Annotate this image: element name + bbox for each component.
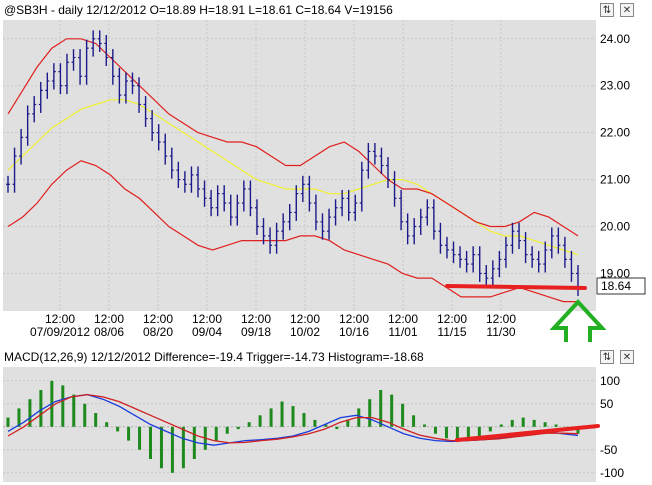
- macd-histogram-bar: [236, 426, 240, 430]
- macd-histogram-bar: [159, 426, 163, 469]
- macd-histogram-bar: [6, 417, 10, 427]
- price-panel-title: @SB3H - daily 12/12/2012 O=18.89 H=18.91…: [4, 3, 393, 17]
- price-x-tick-date: 11/30: [486, 325, 515, 339]
- macd-histogram-bar: [390, 394, 394, 427]
- price-y-tick-label: 24.00: [600, 32, 630, 46]
- price-x-tick-date: 08/06: [94, 325, 124, 339]
- macd-histogram-bar: [543, 422, 547, 427]
- price-x-tick-time: 12:00: [241, 312, 271, 326]
- close-icon: ✕: [622, 352, 632, 363]
- macd-histogram-bar: [291, 406, 295, 427]
- price-x-tick-time: 12:00: [388, 312, 418, 326]
- restore-icon: ⇅: [602, 5, 612, 16]
- price-x-tick-time: 12:00: [192, 312, 222, 326]
- macd-panel-titlebar: MACD(12,26,9) 12/12/2012 Difference=-19.…: [0, 347, 652, 367]
- macd-histogram-bar: [532, 419, 536, 427]
- macd-histogram-bar: [302, 413, 306, 427]
- macd-histogram-bar: [444, 426, 448, 439]
- price-restore-button[interactable]: ⇅: [600, 3, 614, 17]
- price-x-tick-time: 12:00: [339, 312, 369, 326]
- macd-histogram-bar: [83, 403, 87, 427]
- price-x-tick-date: 07/09/2012: [30, 325, 90, 339]
- macd-histogram-bar: [379, 390, 383, 427]
- price-x-tick-date: 09/04: [192, 325, 222, 339]
- macd-histogram-bar: [510, 419, 514, 427]
- macd-histogram-bar: [401, 403, 405, 427]
- macd-histogram-bar: [499, 424, 503, 427]
- macd-histogram-bar: [247, 422, 251, 427]
- price-x-tick-date: 11/01: [388, 325, 417, 339]
- macd-histogram-bar: [477, 426, 481, 436]
- macd-y-tick-label: -100: [600, 466, 624, 480]
- macd-histogram-bar: [521, 417, 525, 427]
- price-x-tick-date: 11/15: [437, 325, 466, 339]
- price-close-button[interactable]: ✕: [620, 3, 634, 17]
- macd-histogram-bar: [423, 424, 427, 427]
- macd-restore-button[interactable]: ⇅: [600, 350, 614, 364]
- macd-y-tick-label: 50: [600, 397, 614, 411]
- macd-close-button[interactable]: ✕: [620, 350, 634, 364]
- macd-histogram-bar: [225, 426, 229, 434]
- price-x-tick-time: 12:00: [437, 312, 467, 326]
- macd-histogram-bar: [269, 408, 273, 427]
- price-y-tick-label: 23.00: [600, 79, 630, 93]
- macd-y-tick-label: -50: [600, 443, 618, 457]
- macd-y-tick-label: 100: [600, 374, 620, 388]
- macd-histogram-bar: [192, 426, 196, 459]
- macd-histogram-bar: [105, 422, 109, 427]
- macd-histogram-bar: [280, 401, 284, 427]
- price-y-tick-label: 21.00: [600, 173, 630, 187]
- price-x-tick-time: 12:00: [45, 312, 75, 326]
- macd-histogram-bar: [258, 415, 262, 427]
- macd-panel-title: MACD(12,26,9) 12/12/2012 Difference=-19.…: [4, 350, 424, 364]
- macd-histogram-bar: [116, 426, 120, 432]
- macd-histogram-bar: [138, 426, 142, 450]
- macd-plot-area: [3, 367, 596, 482]
- macd-histogram-bar: [368, 399, 372, 427]
- price-x-tick-time: 12:00: [486, 312, 516, 326]
- macd-histogram-bar: [72, 394, 76, 427]
- support-annotation-line: [445, 284, 587, 290]
- price-x-tick-date: 08/20: [143, 325, 173, 339]
- price-x-tick-time: 12:00: [143, 312, 173, 326]
- macd-histogram-bar: [39, 390, 43, 427]
- price-panel-titlebar: @SB3H - daily 12/12/2012 O=18.89 H=18.91…: [0, 0, 652, 20]
- macd-histogram-bar: [488, 426, 492, 432]
- macd-histogram-bar: [214, 426, 218, 441]
- macd-histogram-bar: [149, 426, 152, 459]
- macd-histogram-bar: [61, 385, 65, 427]
- macd-chart: 100 50 -50 -100: [3, 367, 652, 485]
- price-x-tick-date: 10/02: [290, 325, 320, 339]
- price-y-tick-label: 22.00: [600, 126, 630, 140]
- macd-histogram-bar: [412, 415, 416, 427]
- price-x-tick-date: 09/18: [241, 325, 271, 339]
- macd-histogram-bar: [127, 426, 131, 441]
- price-x-tick-time: 12:00: [94, 312, 124, 326]
- macd-histogram-bar: [94, 413, 98, 427]
- macd-histogram-bar: [434, 426, 437, 434]
- last-price-label: 18.64: [601, 279, 631, 293]
- price-x-tick-date: 10/16: [339, 325, 369, 339]
- price-x-tick-time: 12:00: [290, 312, 320, 326]
- macd-histogram-bar: [554, 424, 558, 427]
- macd-histogram-bar: [335, 426, 339, 430]
- restore-icon: ⇅: [602, 352, 612, 363]
- price-chart: 24.0023.0022.0021.0020.0019.00 12:0007/0…: [3, 20, 652, 342]
- macd-histogram-bar: [181, 426, 185, 469]
- close-icon: ✕: [622, 5, 632, 16]
- price-y-tick-label: 20.00: [600, 220, 630, 234]
- macd-histogram-bar: [313, 419, 317, 427]
